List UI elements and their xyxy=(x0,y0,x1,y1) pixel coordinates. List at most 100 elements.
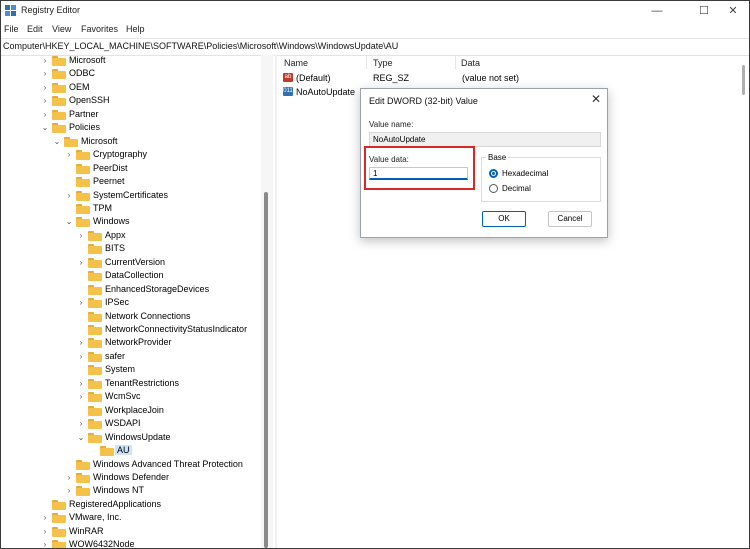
chevron-right-icon[interactable]: › xyxy=(41,513,49,523)
folder-icon xyxy=(88,338,102,349)
menu-view[interactable]: View xyxy=(52,24,71,34)
folder-icon xyxy=(52,96,66,107)
menu-favorites[interactable]: Favorites xyxy=(81,24,118,34)
tree-node-label: EnhancedStorageDevices xyxy=(105,283,210,294)
chevron-down-icon[interactable]: ⌄ xyxy=(41,123,49,133)
tree-node-label: WinRAR xyxy=(69,525,104,536)
chevron-right-icon[interactable]: › xyxy=(65,473,73,483)
column-separator[interactable] xyxy=(455,55,456,69)
column-header-data[interactable]: Data xyxy=(461,58,480,68)
address-bar[interactable]: Computer\HKEY_LOCAL_MACHINE\SOFTWARE\Pol… xyxy=(1,38,749,56)
dialog-title: Edit DWORD (32-bit) Value xyxy=(369,96,478,106)
folder-icon xyxy=(76,177,90,188)
tree-node-label: WSDAPI xyxy=(105,418,141,429)
tree-node-label: WorkplaceJoin xyxy=(105,404,164,415)
string-value-icon: ab xyxy=(283,73,293,82)
hexadecimal-radio[interactable] xyxy=(489,169,498,178)
tree-node-label: RegisteredApplications xyxy=(69,498,162,509)
tree-node-label: ODBC xyxy=(69,68,96,79)
tree-node-label: WcmSvc xyxy=(105,391,141,402)
chevron-right-icon[interactable]: › xyxy=(41,83,49,93)
list-scrollbar[interactable] xyxy=(740,55,748,107)
tree-scrollbar[interactable] xyxy=(261,55,273,548)
folder-icon xyxy=(76,486,90,497)
menu-edit[interactable]: Edit xyxy=(27,24,43,34)
folder-icon xyxy=(76,203,90,214)
menu-help[interactable]: Help xyxy=(126,24,145,34)
value-name-text: NoAutoUpdate xyxy=(373,135,426,144)
folder-icon xyxy=(88,271,102,282)
chevron-right-icon[interactable]: › xyxy=(65,486,73,496)
ok-button[interactable]: OK xyxy=(482,211,526,227)
menu-bar: File Edit View Favorites Help xyxy=(1,21,749,38)
chevron-right-icon[interactable]: › xyxy=(77,258,85,268)
tree-node-label: BITS xyxy=(105,243,126,254)
hexadecimal-label[interactable]: Hexadecimal xyxy=(502,169,548,178)
chevron-down-icon[interactable]: ⌄ xyxy=(53,137,61,147)
menu-file[interactable]: File xyxy=(4,24,19,34)
list-scrollbar-thumb[interactable] xyxy=(742,65,745,95)
chevron-right-icon[interactable]: › xyxy=(65,191,73,201)
column-separator[interactable] xyxy=(366,55,367,69)
chevron-right-icon[interactable]: › xyxy=(65,150,73,160)
chevron-down-icon[interactable]: ⌄ xyxy=(65,217,73,227)
folder-icon xyxy=(88,325,102,335)
value-data: (value not set) xyxy=(462,73,520,83)
tree-node-label: IPSec xyxy=(105,297,130,308)
chevron-right-icon[interactable]: › xyxy=(77,338,85,348)
folder-icon xyxy=(76,150,90,161)
close-button[interactable]: ✕ xyxy=(717,1,749,21)
chevron-right-icon[interactable]: › xyxy=(77,419,85,429)
tree-scrollbar-thumb[interactable] xyxy=(264,192,268,548)
address-path[interactable]: Computer\HKEY_LOCAL_MACHINE\SOFTWARE\Pol… xyxy=(3,41,398,51)
chevron-down-icon[interactable]: ⌄ xyxy=(77,433,85,443)
tree-node-label: OpenSSH xyxy=(69,95,110,106)
decimal-label[interactable]: Decimal xyxy=(502,184,531,193)
chevron-right-icon[interactable]: › xyxy=(77,392,85,402)
list-item[interactable]: ab (Default) REG_SZ (value not set) xyxy=(277,72,747,85)
chevron-right-icon[interactable]: › xyxy=(77,231,85,241)
folder-icon xyxy=(76,459,90,470)
chevron-right-icon[interactable]: › xyxy=(41,540,49,548)
chevron-right-icon[interactable]: › xyxy=(41,110,49,120)
folder-icon xyxy=(88,365,102,376)
tree-node-label: NetworkProvider xyxy=(105,337,172,348)
chevron-right-icon[interactable]: › xyxy=(77,352,85,362)
folder-icon xyxy=(52,123,66,134)
chevron-right-icon[interactable]: › xyxy=(41,527,49,537)
tree-node-label: safer xyxy=(105,350,126,361)
folder-icon xyxy=(52,56,66,66)
tree-node-label: Microsoft xyxy=(81,135,118,146)
folder-icon xyxy=(52,69,66,80)
tree-node-label: Peernet xyxy=(93,176,125,187)
tree-node-label: TenantRestrictions xyxy=(105,377,180,388)
cancel-button[interactable]: Cancel xyxy=(548,211,592,227)
folder-icon xyxy=(52,499,66,510)
close-icon[interactable]: ✕ xyxy=(591,92,601,106)
tree-node-label: Windows NT xyxy=(93,485,145,496)
folder-icon xyxy=(88,284,102,295)
chevron-right-icon[interactable]: › xyxy=(77,379,85,389)
column-header-type[interactable]: Type xyxy=(373,58,393,68)
chevron-right-icon[interactable]: › xyxy=(41,69,49,79)
folder-icon xyxy=(52,513,66,524)
chevron-right-icon[interactable]: › xyxy=(41,56,49,66)
tree-node-label: Windows Advanced Threat Protection xyxy=(93,458,243,469)
value-data-label: Value data: xyxy=(369,155,409,164)
value-data-input[interactable] xyxy=(369,167,468,180)
chevron-right-icon[interactable]: › xyxy=(77,298,85,308)
value-name-label: Value name: xyxy=(369,120,414,129)
minimize-button[interactable]: — xyxy=(641,1,673,21)
column-header-name[interactable]: Name xyxy=(284,58,308,68)
decimal-radio[interactable] xyxy=(489,184,498,193)
chevron-right-icon[interactable]: › xyxy=(41,96,49,106)
tree-node-label: Windows xyxy=(93,216,130,227)
maximize-button[interactable]: ☐ xyxy=(688,1,720,21)
folder-icon xyxy=(76,217,90,228)
tree-node-label: Policies xyxy=(69,122,101,133)
